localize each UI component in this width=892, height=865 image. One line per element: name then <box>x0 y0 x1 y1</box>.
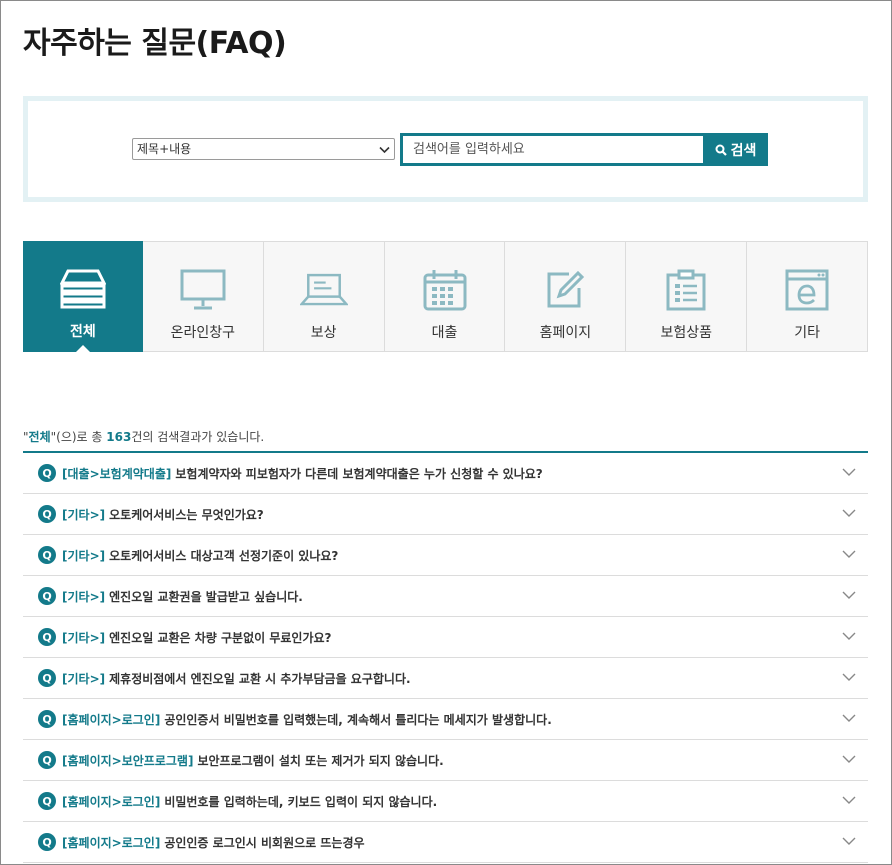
faq-category: [기타>] <box>62 630 106 645</box>
tab-etc[interactable]: 기타 <box>747 242 867 351</box>
summary-category: 전체 <box>28 430 51 444</box>
search-scope-value: 제목+내용 <box>137 142 192 156</box>
faq-category: [기타>] <box>62 507 106 522</box>
faq-question: 제휴정비점에서 엔진오일 교환 시 추가부담금을 요구합니다. <box>109 671 411 686</box>
q-badge-icon: Q <box>38 669 56 687</box>
faq-item[interactable]: Q [대출>보험계약대출] 보험계약자와 피보험자가 다른데 보험계약대출은 누가 … <box>23 453 868 494</box>
faq-category: [기타>] <box>62 589 106 604</box>
page-title: 자주하는 질문(FAQ) <box>23 26 287 61</box>
clipboard-icon <box>662 268 710 312</box>
tab-online[interactable]: 온라인창구 <box>143 242 264 351</box>
search-button[interactable]: 검색 <box>703 133 768 166</box>
tab-homepage[interactable]: 홈페이지 <box>505 242 627 351</box>
q-badge-icon: Q <box>38 751 56 769</box>
faq-category: [대출>보험계약대출] <box>62 466 172 481</box>
chevron-down-icon <box>379 146 390 154</box>
edit-icon <box>541 268 589 312</box>
tab-label: 대출 <box>431 325 458 341</box>
tab-label: 전체 <box>70 324 96 340</box>
chevron-down-icon[interactable] <box>842 836 856 846</box>
chevron-down-icon[interactable] <box>842 672 856 682</box>
faq-category: [홈페이지>로그인] <box>62 712 161 727</box>
browser-e-icon <box>783 268 831 312</box>
summary-suffix: 건의 검색결과가 있습니다. <box>131 430 265 444</box>
faq-question: 엔진오일 교환권을 발급받고 싶습니다. <box>109 589 303 604</box>
chevron-down-icon[interactable] <box>842 508 856 518</box>
result-summary: "전체"(으)로 총 163건의 검색결과가 있습니다. <box>23 428 264 445</box>
tab-insurance-product[interactable]: 보험상품 <box>626 242 748 351</box>
chevron-down-icon[interactable] <box>842 795 856 805</box>
faq-list: Q [대출>보험계약대출] 보험계약자와 피보험자가 다른데 보험계약대출은 누가 … <box>23 451 868 863</box>
laptop-icon <box>299 268 348 312</box>
faq-question: 오토케어서비스는 무엇인가요? <box>109 507 264 522</box>
chevron-down-icon[interactable] <box>842 713 856 723</box>
faq-item[interactable]: Q [홈페이지>로그인] 공인인증 로그인시 비회원으로 뜨는경우 <box>23 822 868 863</box>
search-panel: 제목+내용 검색어를 입력하세요 검색 <box>23 96 868 202</box>
faq-category: [홈페이지>로그인] <box>62 835 161 850</box>
faq-item[interactable]: Q [홈페이지>로그인] 비밀번호를 입력하는데, 키보드 입력이 되지 않습니다. <box>23 781 868 822</box>
chevron-down-icon[interactable] <box>842 590 856 600</box>
tab-label: 보상 <box>310 325 337 341</box>
tab-compensation[interactable]: 보상 <box>264 242 385 351</box>
tab-label: 기타 <box>794 325 820 341</box>
chevron-down-icon[interactable] <box>842 549 856 559</box>
chevron-down-icon[interactable] <box>842 467 856 477</box>
faq-question: 공인인증 로그인시 비회원으로 뜨는경우 <box>164 835 365 850</box>
q-badge-icon: Q <box>38 587 56 605</box>
tab-all[interactable]: 전체 <box>23 241 143 352</box>
faq-question: 공인인증서 비밀번호를 입력했는데, 계속해서 틀리다는 메세지가 발생합니다. <box>164 712 552 727</box>
faq-item[interactable]: Q [홈페이지>보안프로그램] 보안프로그램이 설치 또는 제거가 되지 않습니다. <box>23 740 868 781</box>
q-badge-icon: Q <box>38 505 56 523</box>
tab-loan[interactable]: 대출 <box>385 242 506 351</box>
faq-question: 비밀번호를 입력하는데, 키보드 입력이 되지 않습니다. <box>164 794 438 809</box>
faq-question: 엔진오일 교환은 차량 구분없이 무료인가요? <box>109 630 332 645</box>
q-badge-icon: Q <box>38 628 56 646</box>
chevron-down-icon[interactable] <box>842 631 856 641</box>
faq-item[interactable]: Q [기타>] 오토케어서비스 대상고객 선정기준이 있나요? <box>23 535 868 576</box>
q-badge-icon: Q <box>38 710 56 728</box>
chevron-down-icon[interactable] <box>842 754 856 764</box>
faq-question: 오토케어서비스 대상고객 선정기준이 있나요? <box>109 548 339 563</box>
faq-item[interactable]: Q [기타>] 엔진오일 교환권을 발급받고 싶습니다. <box>23 576 868 617</box>
stack-icon <box>59 267 107 311</box>
q-badge-icon: Q <box>38 546 56 564</box>
summary-mid: "(으)로 총 <box>50 430 107 444</box>
faq-item[interactable]: Q [기타>] 오토케어서비스는 무엇인가요? <box>23 494 868 535</box>
summary-count: 163 <box>106 430 132 444</box>
faq-item[interactable]: Q [홈페이지>로그인] 공인인증서 비밀번호를 입력했는데, 계속해서 틀리다는 … <box>23 699 868 740</box>
search-input[interactable]: 검색어를 입력하세요 <box>400 133 704 166</box>
faq-category: [홈페이지>로그인] <box>62 794 161 809</box>
faq-category: [기타>] <box>62 548 106 563</box>
faq-question: 보안프로그램이 설치 또는 제거가 되지 않습니다. <box>197 753 444 768</box>
faq-category: [홈페이지>보안프로그램] <box>62 753 194 768</box>
faq-item[interactable]: Q [기타>] 제휴정비점에서 엔진오일 교환 시 추가부담금을 요구합니다. <box>23 658 868 699</box>
q-badge-icon: Q <box>38 464 56 482</box>
faq-category: [기타>] <box>62 671 106 686</box>
search-button-label: 검색 <box>730 142 757 159</box>
tab-label: 온라인창구 <box>170 325 235 341</box>
monitor-icon <box>179 268 227 312</box>
q-badge-icon: Q <box>38 792 56 810</box>
calendar-icon <box>421 268 469 312</box>
faq-item[interactable]: Q [기타>] 엔진오일 교환은 차량 구분없이 무료인가요? <box>23 617 868 658</box>
tab-label: 홈페이지 <box>539 325 592 341</box>
tab-label: 보험상품 <box>660 325 712 341</box>
q-badge-icon: Q <box>38 833 56 851</box>
category-tabs: 전체 온라인창구 보상 대출 홈페이지 보험상품 기타 <box>23 241 868 352</box>
faq-question: 보험계약자와 피보험자가 다른데 보험계약대출은 누가 신청할 수 있나요? <box>175 466 543 481</box>
search-scope-select[interactable]: 제목+내용 <box>132 138 395 160</box>
search-icon <box>715 144 727 156</box>
